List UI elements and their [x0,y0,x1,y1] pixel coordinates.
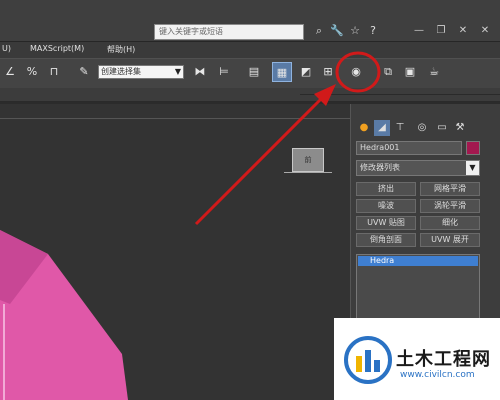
named-selection-dropdown[interactable]: 创建选择集 ▼ [98,65,184,79]
title-bar: 键入关键字或短语 ⌕ 🔧 ☆ ? — ❐ ✕ ✕ [0,0,500,42]
render-setup-icon[interactable]: ⧉ [378,62,398,82]
material-editor-icon[interactable]: ◉ [346,62,366,82]
spinner-snap-icon[interactable]: ⊓ [44,62,64,82]
named-selection-value: 创建选择集 [101,67,141,76]
extra-close-icon[interactable]: ✕ [476,24,494,38]
wrench-icon[interactable]: 🔧 [329,23,345,39]
display-tab-icon[interactable]: ▭ [434,120,450,136]
graphite-tools-icon[interactable]: ▦ [272,62,292,82]
menu-item-maxscript[interactable]: MAXScript(M) [30,44,84,53]
minimize-icon[interactable]: — [410,24,428,38]
object-name-field[interactable]: Hedra001 [356,141,462,155]
close-icon[interactable]: ✕ [454,24,472,38]
align-icon[interactable]: ⊨ [214,62,234,82]
motion-tab-icon[interactable]: ◎ [414,120,430,136]
hierarchy-tab-icon[interactable]: ⊤ [392,120,408,136]
edit-named-selection-icon[interactable]: ✎ [74,62,94,82]
menu-item-help[interactable]: 帮助(H) [107,44,135,55]
modifier-list-label: 修改器列表 [360,163,400,172]
modify-tab-icon[interactable]: ◢ [374,120,390,136]
create-tab-icon[interactable]: ● [356,120,372,136]
help-icon[interactable]: ? [365,23,381,39]
object-color-swatch[interactable] [466,141,480,155]
menu-bar: U) MAXScript(M) 帮助(H) [0,42,500,58]
chevron-down-icon: ▼ [174,67,181,76]
modifier-list-dropdown[interactable]: 修改器列表 ▼ [356,160,480,176]
mirror-icon[interactable]: ⧓ [190,62,210,82]
menu-item-u[interactable]: U) [2,44,11,53]
utilities-tab-icon[interactable]: ⚒ [452,120,468,136]
modifier-button-turbosmooth[interactable]: 涡轮平滑 [420,199,480,213]
search-input[interactable]: 键入关键字或短语 [154,24,304,40]
schematic-view-icon[interactable]: ⊞ [318,62,338,82]
modifier-button-meshsmooth[interactable]: 网格平滑 [420,182,480,196]
layer-manager-icon[interactable]: ▤ [244,62,264,82]
watermark-logo [344,336,392,384]
stack-item-hedra[interactable]: Hedra [358,256,478,266]
modifier-button-extrude[interactable]: 挤出 [356,182,416,196]
percent-snap-icon[interactable]: % [22,62,42,82]
modifier-button-noise[interactable]: 噪波 [356,199,416,213]
modifier-button-uvw-map[interactable]: UVW 贴图 [356,216,416,230]
main-toolbar: ∠ % ⊓ ✎ 创建选择集 ▼ ⧓ ⊨ ▤ ▦ ◩ ⊞ ◉ ⧉ ▣ ☕ [0,58,500,88]
binoculars-icon[interactable]: ⌕ [311,23,327,39]
render-teapot-icon[interactable]: ☕ [424,62,444,82]
viewcube-ring [284,172,332,173]
watermark-url: www.civilcn.com [400,370,475,380]
curve-editor-icon[interactable]: ◩ [296,62,316,82]
rendered-frame-window-icon[interactable]: ▣ [400,62,420,82]
restore-icon[interactable]: ❐ [432,24,450,38]
watermark-title: 土木工程网 [396,349,491,370]
strip-divider [300,94,500,95]
ribbon-strip [0,88,500,102]
modifier-button-tessellate[interactable]: 细化 [420,216,480,230]
modifier-button-bevel-profile[interactable]: 倒角剖面 [356,233,416,247]
modifier-button-unwrap-uvw[interactable]: UVW 展开 [420,233,480,247]
viewcube[interactable]: 前 [292,148,324,172]
chevron-down-icon: ▼ [466,161,479,175]
star-icon[interactable]: ☆ [347,23,363,39]
angle-snap-icon[interactable]: ∠ [0,62,20,82]
